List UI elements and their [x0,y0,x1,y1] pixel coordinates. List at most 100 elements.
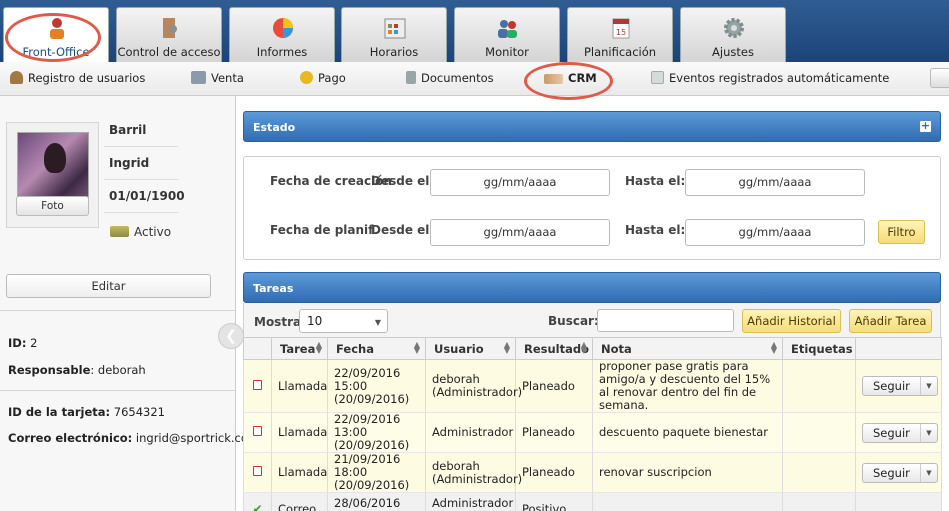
tab-monitor[interactable]: Monitor [454,7,560,62]
table-row[interactable]: ✔ Correo 28/06/2016 15:38 Administrador … [243,492,942,511]
subnav-registro-usuarios[interactable]: Registro de usuarios [10,71,145,85]
people-icon [498,20,517,38]
follow-button[interactable]: Seguir ▼ [862,376,938,396]
document-icon [406,71,416,84]
last-name: Barril [109,123,147,137]
responsible-value: : deborah [90,363,146,377]
search-input[interactable] [597,309,734,332]
desde-label: Desde el: [371,223,435,237]
email-row: Correo electrónico: ingrid@sportrick.co.… [8,431,265,445]
tab-planificacion[interactable]: 15 Planificación [567,7,673,62]
tab-label: Horarios [369,45,419,59]
column-header-actions [855,337,942,360]
main-tab-bar: Front-Office Control de acceso Informes … [0,0,949,62]
cell-etiquetas [782,412,856,453]
add-history-button[interactable]: Añadir Historial [742,309,841,333]
cell-tarea: Correo [271,492,328,511]
column-header-etiquetas[interactable]: Etiquetas [782,337,856,360]
page-size-select[interactable]: 10 ▼ [299,309,388,333]
collapse-panel-button[interactable]: ❮ [218,323,244,349]
subnav-pago[interactable]: Pago [300,71,346,85]
sort-icon: ▲ ▼ [315,340,322,355]
subnav-crm[interactable]: CRM [544,71,597,85]
tab-horarios[interactable]: Horarios [341,7,447,62]
edit-button[interactable]: Editar [6,274,211,298]
sort-icon: ▲ ▼ [503,340,510,355]
cell-usuario: deborah (Administrador) [425,359,522,413]
table-row[interactable]: Llamada 22/09/2016 15:00 (20/09/2016) de… [243,359,942,413]
calendar-grid-icon [384,18,406,39]
birthdate: 01/01/1900 [109,189,185,203]
coin-icon [300,71,313,84]
column-header-nota[interactable]: Nota ▲ ▼ [592,337,783,360]
chevron-down-icon[interactable]: ▼ [921,424,937,442]
note-icon [651,71,664,84]
page-size-value: 10 [307,314,323,328]
search-label: Buscar: [548,314,599,328]
planning-date-label: Fecha de planificación [270,223,374,237]
pie-chart-icon [273,18,293,38]
tab-control-de-acceso[interactable]: Control de acceso [116,7,222,62]
cell-resultado: Positivo [515,492,593,511]
tareas-title: Tareas [253,282,294,295]
column-header-resultado[interactable]: Resultado ▲ ▼ [515,337,593,360]
follow-label: Seguir [863,377,921,395]
photo-button[interactable]: Foto [16,196,89,216]
card-label: ID de la tarjeta: [8,405,111,419]
column-header-usuario[interactable]: Usuario ▲ ▼ [425,337,516,360]
tab-label: Control de acceso [117,45,221,59]
table-row[interactable]: Llamada 21/09/2016 18:00 (20/09/2016) de… [243,452,942,493]
photo-box: Foto [6,122,99,228]
subnav-documentos[interactable]: Documentos [406,71,494,85]
filter-button[interactable]: Filtro [878,220,925,244]
table-row[interactable]: Llamada 22/09/2016 13:00 (20/09/2016) Ad… [243,412,942,453]
estado-header[interactable]: Estado + [243,111,941,142]
id-value: 2 [30,336,38,350]
chevron-down-icon[interactable]: ▼ [921,377,937,395]
column-header-fecha[interactable]: Fecha ▲ ▼ [327,337,426,360]
sort-icon: ▲ ▼ [580,340,587,355]
cell-nota: descuento paquete bienestar [592,412,783,453]
follow-label: Seguir [863,423,921,442]
responsible-label: Responsable [8,363,91,377]
subnav-label: Venta [211,71,244,85]
follow-button[interactable]: Seguir ▼ [862,462,938,483]
subnav-label: Documentos [421,71,494,85]
task-icon [253,466,262,476]
tab-ajustes[interactable]: Ajustes [680,7,786,62]
cell-tarea: Llamada [271,359,328,413]
estado-title: Estado [253,121,296,134]
id-label: ID: [8,336,27,350]
column-label: Fecha [336,341,374,356]
first-name: Ingrid [109,156,150,170]
member-panel: Foto Barril Ingrid 01/01/1900 Activo Edi… [0,96,265,511]
cell-fecha: 21/09/2016 18:00 (20/09/2016) [327,452,426,493]
chevron-down-icon[interactable]: ▼ [921,464,937,482]
subnav-eventos[interactable]: Eventos registrados automáticamente [651,71,889,85]
pin-button[interactable] [930,68,949,88]
hasta-label: Hasta el: [625,174,686,188]
planning-from-input[interactable]: gg/mm/aaaa [430,219,610,246]
email-label: Correo electrónico: [8,431,133,445]
creation-from-input[interactable]: gg/mm/aaaa [430,169,610,196]
add-task-button[interactable]: Añadir Tarea [849,309,932,333]
creation-to-input[interactable]: gg/mm/aaaa [685,169,865,196]
hasta-label: Hasta el: [625,223,686,237]
estado-filter-box: Fecha de creación Desde el: gg/mm/aaaa H… [243,156,941,260]
cell-nota [592,492,783,511]
cell-fecha: 22/09/2016 13:00 (20/09/2016) [327,412,426,453]
cell-nota: renovar suscripcion [592,452,783,493]
follow-button[interactable]: Seguir ▼ [862,422,938,443]
subnav-venta[interactable]: Venta [191,71,244,85]
expand-icon[interactable]: + [920,120,931,132]
planning-to-input[interactable]: gg/mm/aaaa [685,219,865,246]
tab-informes[interactable]: Informes [229,7,335,62]
subnav-label: Registro de usuarios [28,71,146,85]
column-header-icon [243,337,272,360]
door-icon [163,18,177,38]
tareas-header[interactable]: Tareas [243,272,941,303]
column-header-tarea[interactable]: Tarea ▲ ▼ [271,337,328,360]
task-icon [253,426,262,436]
tab-front-office[interactable]: Front-Office [3,7,109,62]
cell-nota: proponer pase gratis para amigo/a y desc… [592,359,783,413]
